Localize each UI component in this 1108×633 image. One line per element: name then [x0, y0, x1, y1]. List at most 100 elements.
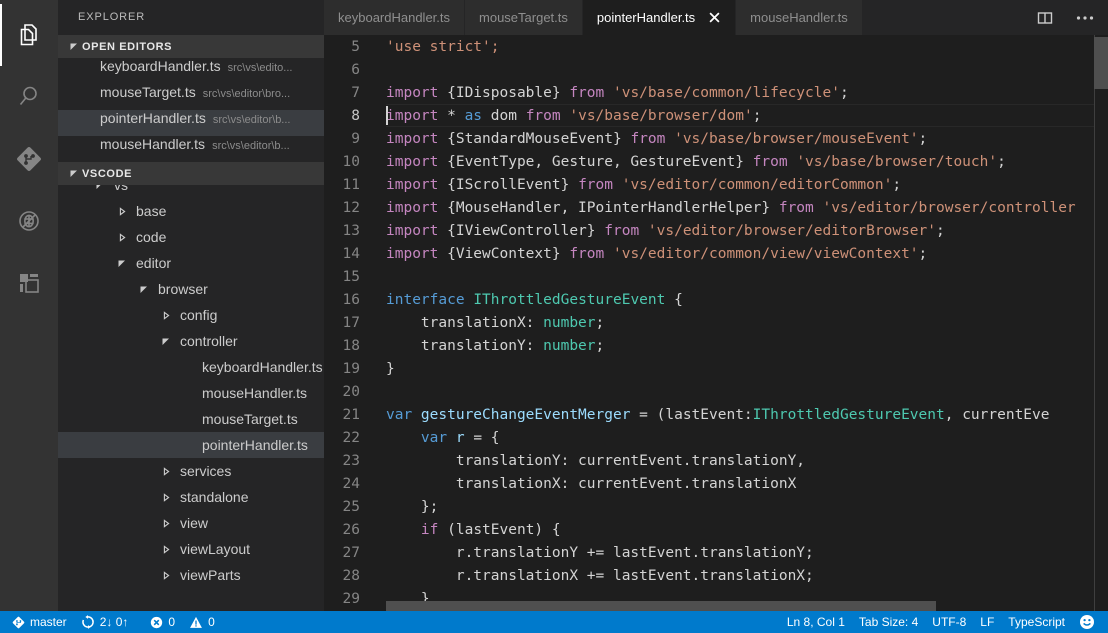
status-eol[interactable]: LF [973, 611, 1001, 633]
tree-item-label: mouseTarget.ts [202, 411, 298, 427]
code-token: IThrottledGestureEvent [753, 407, 945, 423]
line-number: 9 [324, 131, 386, 147]
line-number: 8 [324, 108, 386, 124]
code-token: import [386, 200, 447, 216]
status-language-mode[interactable]: TypeScript [1001, 611, 1072, 633]
tree-folder-item[interactable]: viewLayout [58, 536, 324, 562]
code-token: ; [840, 85, 849, 101]
activity-bar-item-search[interactable] [0, 66, 58, 128]
editor-tab[interactable]: mouseTarget.ts [465, 0, 583, 35]
sync-icon [81, 615, 95, 629]
tree-item-label: vs [114, 185, 128, 193]
editor-tab-label: keyboardHandler.ts [338, 10, 450, 25]
workbench-body: EXPLORER OPEN EDITORS keyboardHandler.ts… [0, 0, 1108, 611]
tree-folder-item[interactable]: vs [58, 185, 324, 198]
code-line-text: import * as dom from 'vs/base/browser/do… [386, 108, 761, 124]
line-number: 26 [324, 522, 386, 538]
status-errors[interactable]: 0 [143, 611, 182, 633]
vertical-scrollbar-thumb[interactable] [1094, 37, 1108, 89]
line-number: 15 [324, 269, 386, 285]
code-token: import [386, 223, 447, 239]
code-token: 'use strict'; [386, 39, 500, 55]
activity-bar-item-extensions[interactable] [0, 252, 58, 314]
tree-folder-item[interactable]: viewParts [58, 562, 324, 588]
editor-horizontal-scrollbar[interactable] [386, 601, 1094, 611]
code-line: 21var gestureChangeEventMerger = (lastEv… [324, 403, 1108, 426]
tree-folder-item[interactable]: controller [58, 328, 324, 354]
tree-folder-item[interactable]: view [58, 510, 324, 536]
code-line-text: if (lastEvent) { [386, 522, 561, 538]
tree-item-label: view [180, 515, 208, 531]
open-editor-item[interactable]: pointerHandler.tssrc\vs\editor\b... [58, 110, 324, 136]
code-token: {EventType, Gesture, GestureEvent} [447, 154, 753, 170]
tree-item-label: viewParts [180, 567, 241, 583]
horizontal-scrollbar-thumb[interactable] [386, 601, 936, 611]
code-line: 7import {IDisposable} from 'vs/base/comm… [324, 81, 1108, 104]
open-editor-item[interactable]: mouseHandler.tssrc\vs\editor\b... [58, 136, 324, 162]
line-number: 18 [324, 338, 386, 354]
line-number: 23 [324, 453, 386, 469]
code-line: 16interface IThrottledGestureEvent { [324, 288, 1108, 311]
code-token: ; [596, 315, 605, 331]
chevron-right-icon [158, 311, 174, 320]
code-line-text: translationY: number; [386, 338, 604, 354]
tree-folder-item[interactable]: config [58, 302, 324, 328]
code-token: var [386, 407, 421, 423]
tree-file-item[interactable]: keyboardHandler.ts [58, 354, 324, 380]
status-encoding[interactable]: UTF-8 [925, 611, 973, 633]
tree-folder-item[interactable]: editor [58, 250, 324, 276]
tree-file-item[interactable]: mouseHandler.ts [58, 380, 324, 406]
code-token: 'vs/base/browser/mouseEvent' [674, 131, 918, 147]
file-tree[interactable]: vs basecodeeditorbrowserconfigcontrollerk… [58, 185, 324, 611]
open-editor-item[interactable]: keyboardHandler.tssrc\vs\edito... [58, 58, 324, 84]
tree-folder-item[interactable]: browser [58, 276, 324, 302]
code-token: {MouseHandler, IPointerHandlerHelper} [447, 200, 779, 216]
code-line: 24 translationX: currentEvent.translatio… [324, 472, 1108, 495]
tree-folder-item[interactable]: standalone [58, 484, 324, 510]
line-number: 12 [324, 200, 386, 216]
code-token: translationY: [386, 338, 543, 354]
section-header-vscode[interactable]: VSCODE [58, 162, 324, 185]
section-header-open-editors[interactable]: OPEN EDITORS [58, 35, 324, 58]
activity-bar-item-debug[interactable] [0, 190, 58, 252]
split-editor-icon[interactable] [1034, 7, 1056, 29]
status-tab-size[interactable]: Tab Size: 4 [852, 611, 925, 633]
code-token: ; [936, 223, 945, 239]
code-token: 'vs/editor/browser/editorBrowser' [648, 223, 936, 239]
close-icon[interactable] [707, 11, 721, 25]
status-sync[interactable]: 2↓ 0↑ [74, 611, 136, 633]
editor-vertical-scrollbar[interactable] [1094, 35, 1108, 611]
status-branch[interactable]: master [5, 611, 74, 633]
tree-file-item[interactable]: pointerHandler.ts [58, 432, 324, 458]
code-token: import [386, 85, 447, 101]
editor-tab[interactable]: keyboardHandler.ts [324, 0, 465, 35]
tree-folder-item[interactable]: services [58, 458, 324, 484]
code-token: from [630, 131, 674, 147]
debug-icon [14, 206, 44, 236]
code-editor[interactable]: 5'use strict';67import {IDisposable} fro… [324, 35, 1108, 611]
tree-file-item[interactable]: mouseTarget.ts [58, 406, 324, 432]
code-token: translationX: [386, 315, 543, 331]
editor-actions [1034, 0, 1108, 35]
code-token: from [604, 223, 648, 239]
code-line: 8import * as dom from 'vs/base/browser/d… [324, 104, 1108, 127]
code-token: }; [386, 499, 438, 515]
more-actions-icon[interactable] [1074, 7, 1096, 29]
chevron-down-icon [114, 259, 130, 268]
activity-bar-item-explorer[interactable] [0, 4, 58, 66]
chevron-right-icon [158, 545, 174, 554]
tree-folder-item[interactable]: code [58, 224, 324, 250]
status-feedback[interactable] [1072, 611, 1102, 633]
open-editor-path: src\vs\editor\b... [212, 140, 290, 152]
line-number: 24 [324, 476, 386, 492]
editor-tab[interactable]: mouseHandler.ts [736, 0, 863, 35]
tree-folder-item[interactable]: base [58, 198, 324, 224]
open-editor-item[interactable]: mouseTarget.tssrc\vs\editor\bro... [58, 84, 324, 110]
editor-tab[interactable]: pointerHandler.ts [583, 0, 736, 35]
smiley-icon [1079, 614, 1095, 630]
activity-bar-item-source-control[interactable] [0, 128, 58, 190]
status-warnings[interactable]: 0 [182, 611, 222, 633]
status-cursor-position[interactable]: Ln 8, Col 1 [780, 611, 852, 633]
source-control-icon [14, 144, 44, 174]
code-line: 27 r.translationY += lastEvent.translati… [324, 541, 1108, 564]
